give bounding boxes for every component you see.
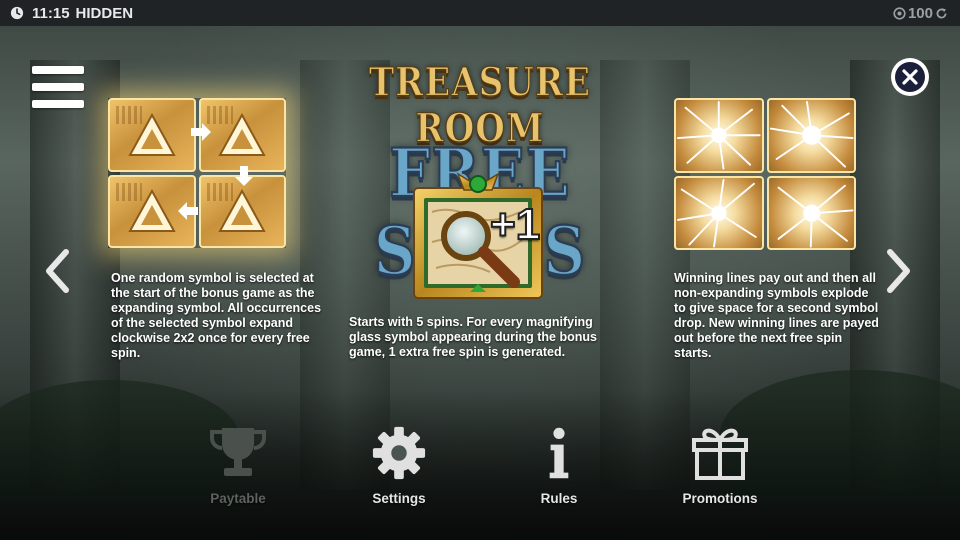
- balance-display: 100: [891, 5, 950, 22]
- balance-value: 100: [907, 4, 933, 22]
- gift-icon: [692, 428, 748, 480]
- clock-icon: [10, 6, 24, 20]
- extra-spin-badge: +1: [489, 199, 541, 250]
- player-name: HIDDEN: [75, 4, 134, 22]
- nav-settings[interactable]: Settings: [344, 424, 454, 506]
- close-icon: [895, 62, 925, 92]
- background-floor: [0, 390, 960, 540]
- exploding-symbol-tile: [674, 98, 764, 173]
- next-page-arrow[interactable]: [884, 248, 914, 294]
- nav-paytable-label: Paytable: [210, 491, 266, 506]
- menu-button[interactable]: [32, 66, 84, 110]
- nav-promotions[interactable]: Promotions: [665, 424, 775, 506]
- status-time: 11:15: [32, 4, 70, 22]
- pyramid-symbol-icon: [218, 189, 266, 233]
- pyramid-symbol-icon: [128, 189, 176, 233]
- expand-arrow-left-icon: [178, 202, 198, 220]
- exploding-symbols-description: Winning lines pay out and then all non-e…: [674, 271, 879, 360]
- nav-settings-label: Settings: [372, 491, 426, 506]
- nav-rules-label: Rules: [540, 491, 578, 506]
- expand-arrow-down-icon: [235, 166, 253, 186]
- explosion-icon: [769, 101, 854, 168]
- exploding-symbol-tile: [674, 175, 764, 250]
- gear-icon: [372, 426, 426, 480]
- exploding-symbol-grid: [674, 98, 856, 250]
- explosion-icon: [676, 101, 761, 170]
- explosion-icon: [777, 184, 854, 247]
- pyramid-symbol-tile: [108, 98, 196, 172]
- nav-rules[interactable]: Rules: [504, 424, 614, 506]
- info-icon: [549, 427, 569, 479]
- pyramid-symbol-icon: [128, 112, 176, 156]
- pyramid-symbol-icon: [218, 112, 266, 156]
- refresh-icon[interactable]: [935, 7, 948, 20]
- trophy-icon: [210, 428, 266, 476]
- nav-paytable[interactable]: Paytable: [183, 424, 293, 506]
- expand-arrow-right-icon: [191, 123, 211, 141]
- hamburger-icon: [32, 66, 84, 74]
- status-bar: 11:15 HIDDEN 100: [0, 0, 960, 26]
- explosion-icon: [676, 178, 757, 247]
- exploding-symbol-tile: [766, 175, 856, 250]
- nav-promotions-label: Promotions: [682, 491, 758, 506]
- free-spins-description: Starts with 5 spins. For every magnifyin…: [349, 315, 597, 359]
- expanding-symbol-description: One random symbol is selected at the sta…: [111, 271, 322, 360]
- previous-page-arrow[interactable]: [42, 248, 72, 294]
- exploding-symbol-tile: [766, 98, 856, 173]
- close-button[interactable]: [891, 58, 929, 96]
- credit-icon: [893, 6, 906, 20]
